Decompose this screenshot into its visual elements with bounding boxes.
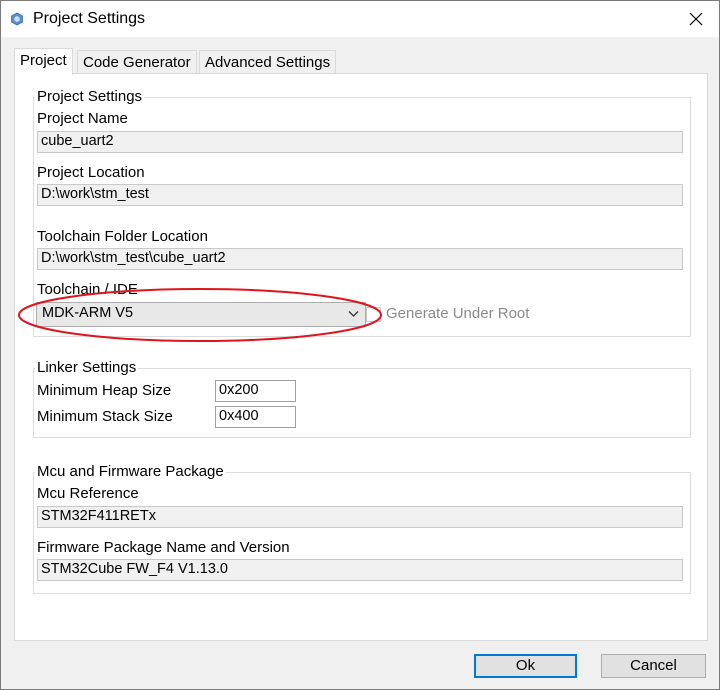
mcu-firmware-group-title: Mcu and Firmware Package [35, 463, 226, 480]
toolchain-ide-dropdown[interactable]: MDK-ARM V5 [36, 302, 366, 327]
min-stack-input[interactable]: 0x400 [215, 406, 296, 428]
project-tab-panel: Project Settings Project Name cube_uart2… [14, 73, 708, 641]
generate-under-root-checkbox[interactable] [366, 307, 381, 322]
project-location-field[interactable]: D:\work\stm_test [37, 184, 683, 206]
min-heap-input[interactable]: 0x200 [215, 380, 296, 402]
close-button[interactable] [674, 1, 718, 37]
linker-settings-group [33, 368, 691, 438]
min-stack-label: Minimum Stack Size [37, 408, 173, 425]
generate-under-root-label: Generate Under Root [386, 305, 530, 322]
tab-code-generator[interactable]: Code Generator [77, 50, 197, 74]
mcu-reference-field[interactable]: STM32F411RETx [37, 506, 683, 528]
title-bar[interactable]: Project Settings [1, 1, 719, 37]
firmware-package-label: Firmware Package Name and Version [37, 539, 290, 556]
project-settings-group-title: Project Settings [35, 88, 145, 105]
mcu-reference-label: Mcu Reference [37, 485, 139, 502]
linker-settings-group-title: Linker Settings [35, 359, 139, 376]
project-name-field[interactable]: cube_uart2 [37, 131, 683, 153]
toolchain-folder-label: Toolchain Folder Location [37, 228, 208, 245]
toolchain-ide-label: Toolchain / IDE [37, 281, 138, 298]
project-settings-dialog: Project Settings Project Code Generator … [0, 0, 720, 690]
toolchain-folder-field[interactable]: D:\work\stm_test\cube_uart2 [37, 248, 683, 270]
project-location-label: Project Location [37, 164, 145, 181]
min-heap-label: Minimum Heap Size [37, 382, 172, 399]
chevron-down-icon [348, 311, 359, 317]
project-name-label: Project Name [37, 110, 128, 127]
ok-button[interactable]: Ok [474, 654, 577, 678]
tab-advanced-settings[interactable]: Advanced Settings [199, 50, 337, 74]
cancel-button[interactable]: Cancel [601, 654, 706, 678]
toolchain-ide-selected-value: MDK-ARM V5 [42, 305, 134, 321]
tab-project[interactable]: Project [14, 48, 73, 75]
firmware-package-field[interactable]: STM32Cube FW_F4 V1.13.0 [37, 559, 683, 581]
window-title: Project Settings [33, 10, 146, 27]
app-hexagon-icon [11, 12, 23, 26]
close-icon [689, 12, 703, 26]
